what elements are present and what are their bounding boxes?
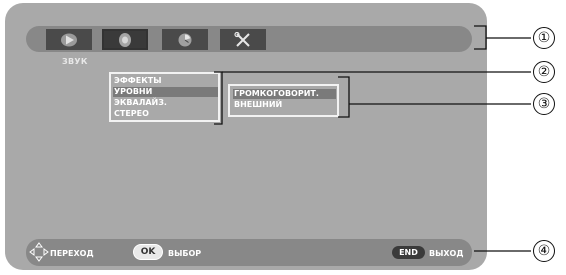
callout-4: ④ (533, 240, 555, 262)
callout-lines (214, 25, 531, 252)
callout-3: ③ (533, 93, 555, 115)
callout-1: ① (533, 27, 555, 49)
callout-2: ② (533, 61, 555, 83)
